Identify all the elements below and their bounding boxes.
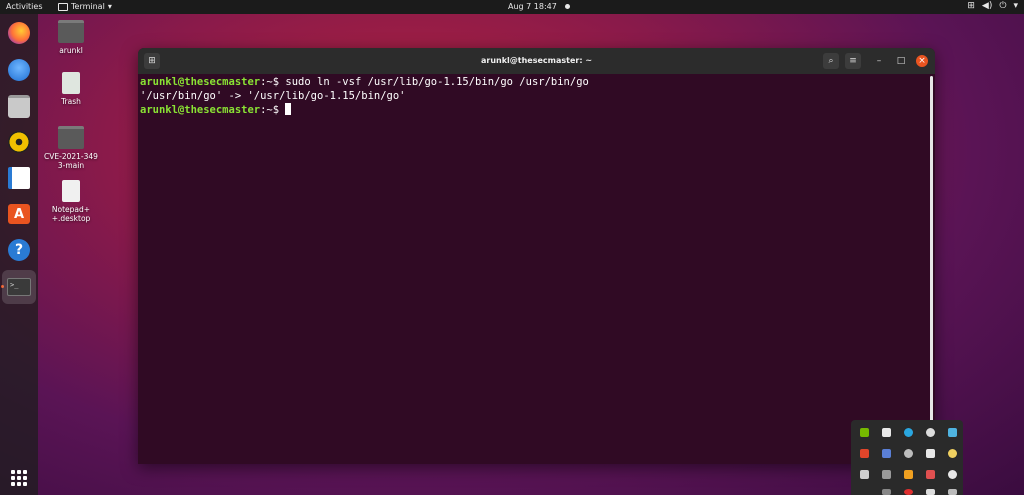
dock-software[interactable]: A: [5, 200, 33, 228]
tray-app-icon[interactable]: [904, 489, 913, 495]
folder-icon: [58, 126, 84, 149]
document-icon: [8, 167, 30, 189]
home-folder-icon: [58, 20, 84, 43]
terminal-icon: >_: [7, 278, 31, 296]
dock-files[interactable]: [5, 92, 33, 120]
tray-app-icon[interactable]: [926, 470, 935, 479]
text-cursor: [285, 103, 292, 115]
system-tray[interactable]: ⊞ ◀) ⏻ ▾: [967, 1, 1018, 11]
tray-app-icon[interactable]: [904, 449, 913, 458]
cloud-icon[interactable]: [926, 428, 935, 437]
prompt-separator: :~$: [260, 104, 286, 116]
desktop-icon-notepad[interactable]: Notepad++.desktop: [41, 180, 101, 223]
terminal-line: '/usr/bin/go' -> '/usr/lib/go-1.15/bin/g…: [140, 89, 935, 103]
tray-app-icon[interactable]: [948, 489, 957, 495]
search-icon: ⌕: [828, 56, 834, 66]
dock: A ? >_: [0, 14, 38, 495]
volume-icon: ◀): [981, 1, 993, 11]
hamburger-menu-icon: ≡: [849, 56, 857, 66]
maximize-icon: □: [896, 56, 906, 66]
tray-app-icon[interactable]: [948, 449, 957, 458]
menu-button[interactable]: ≡: [845, 53, 861, 69]
dock-writer[interactable]: [5, 164, 33, 192]
firefox-icon: [8, 22, 30, 44]
nvidia-icon[interactable]: [860, 428, 869, 437]
desktop-icon-trash[interactable]: Trash: [41, 72, 101, 106]
settings-file-icon: [62, 180, 80, 202]
command-text: sudo ln -vsf /usr/lib/go-1.15/bin/go /us…: [285, 76, 589, 88]
close-icon: ×: [918, 56, 926, 66]
terminal-small-icon: [58, 2, 68, 11]
terminal-output[interactable]: arunkl@thesecmaster:~$ sudo ln -vsf /usr…: [138, 74, 935, 117]
folder-icon: [8, 94, 30, 118]
terminal-line: arunkl@thesecmaster:~$ sudo ln -vsf /usr…: [140, 75, 935, 89]
desktop-icon-cve-folder[interactable]: CVE-2021-3493-main: [41, 126, 101, 170]
sync-icon[interactable]: [904, 428, 913, 437]
chat-icon[interactable]: [948, 428, 957, 437]
close-button[interactable]: ×: [916, 55, 928, 67]
desktop-icon-label: Trash: [61, 97, 81, 106]
copy-icon[interactable]: [860, 470, 869, 479]
mail-icon: [8, 59, 30, 81]
title-bar[interactable]: ⊞ arunkl@thesecmaster: ~ ⌕ ≡ – □ ×: [138, 48, 935, 74]
clock[interactable]: Aug 7 18:47: [508, 2, 570, 11]
dock-help[interactable]: ?: [5, 236, 33, 264]
search-button[interactable]: ⌕: [823, 53, 839, 69]
dock-firefox[interactable]: [5, 19, 33, 47]
terminal-line: arunkl@thesecmaster:~$: [140, 103, 935, 117]
notification-dot-icon: [564, 4, 570, 9]
prompt-user-host: arunkl@thesecmaster: [140, 76, 261, 88]
desktop-icon-label: arunkl: [59, 46, 83, 55]
terminal-window[interactable]: ⊞ arunkl@thesecmaster: ~ ⌕ ≡ – □ × arunk…: [138, 48, 935, 464]
maximize-button[interactable]: □: [895, 55, 907, 67]
tray-app-icon[interactable]: [904, 470, 913, 479]
app-menu[interactable]: Terminal ▾: [58, 2, 112, 11]
tray-app-icon[interactable]: [948, 470, 957, 479]
music-icon: [8, 131, 30, 153]
show-applications-button[interactable]: [5, 464, 33, 492]
prompt-user-host: arunkl@thesecmaster: [140, 104, 261, 116]
activities-button[interactable]: Activities: [6, 2, 43, 11]
desktop-icon-label: CVE-2021-3493-main: [44, 152, 98, 170]
desktop-icon-label: Notepad++.desktop: [51, 205, 91, 223]
top-bar: Activities Terminal ▾ Aug 7 18:47 ⊞ ◀) ⏻…: [0, 0, 1024, 14]
output-text: '/usr/bin/go' -> '/usr/lib/go-1.15/bin/g…: [140, 90, 406, 102]
scrollbar[interactable]: [930, 76, 933, 460]
tray-app-icon[interactable]: [882, 449, 891, 458]
tray-icons-popup: [851, 420, 963, 495]
trash-icon: [62, 72, 80, 94]
window-title: arunkl@thesecmaster: ~: [480, 56, 593, 65]
chevron-down-icon: ▾: [1013, 1, 1018, 11]
tray-app-icon[interactable]: [882, 428, 891, 437]
dock-rhythmbox[interactable]: [5, 128, 33, 156]
app-menu-label: Terminal: [71, 2, 105, 11]
tray-app-icon[interactable]: [926, 489, 935, 495]
dock-terminal[interactable]: >_: [2, 270, 36, 304]
tray-app-icon[interactable]: [882, 470, 891, 479]
tray-app-icon[interactable]: [860, 449, 869, 458]
power-icon: ⏻: [999, 1, 1007, 11]
help-icon: ?: [8, 239, 30, 261]
chevron-down-icon: ▾: [107, 2, 112, 11]
store-icon: A: [8, 204, 30, 224]
dock-thunderbird[interactable]: [5, 56, 33, 84]
minimize-button[interactable]: –: [873, 55, 885, 67]
minimize-icon: –: [876, 56, 882, 66]
prompt-separator: :~$: [260, 76, 286, 88]
grid-icon: [11, 470, 27, 486]
tray-app-icon[interactable]: [882, 489, 891, 495]
desktop-icon-home[interactable]: arunkl: [41, 20, 101, 55]
clock-label: Aug 7 18:47: [508, 2, 557, 11]
network-icon: ⊞: [967, 1, 975, 11]
tray-app-icon[interactable]: [926, 449, 935, 458]
